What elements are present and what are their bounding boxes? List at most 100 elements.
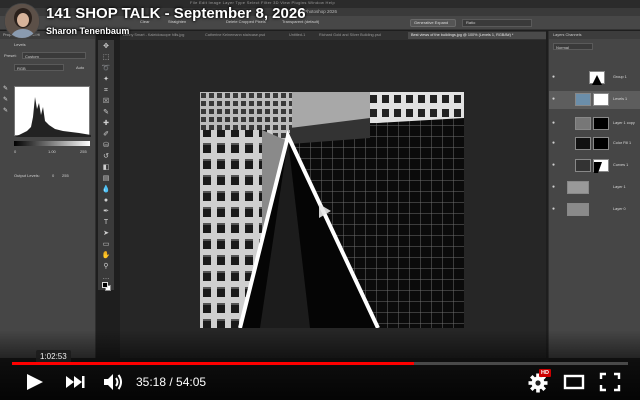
output-black-value[interactable]: 0	[52, 173, 54, 178]
black-eyedropper-icon[interactable]: ✎	[3, 86, 10, 93]
building-photo	[200, 92, 464, 328]
input-gamma-value[interactable]: 1.00	[48, 149, 56, 154]
visibility-eye-icon[interactable]: ●	[552, 140, 558, 146]
layer-name: Curves 1	[613, 163, 629, 167]
shape-tool-icon[interactable]: ▭	[101, 240, 111, 250]
levels-histogram	[14, 86, 91, 137]
layer-row[interactable]: ● Group 1	[549, 69, 640, 87]
dodge-tool-icon[interactable]: ●	[101, 196, 111, 206]
levels-label: Levels	[14, 42, 26, 47]
eraser-tool-icon[interactable]: ◧	[101, 163, 111, 173]
gray-eyedropper-icon[interactable]: ✎	[3, 97, 10, 104]
layer-row[interactable]: ● Layer 1	[549, 179, 640, 197]
layer-thumbnail	[575, 137, 591, 150]
layer-mask-thumbnail	[593, 137, 609, 150]
layer-name: Layer 1	[613, 185, 626, 189]
output-levels-label: Output Levels:	[14, 173, 40, 178]
adjustment-icon	[575, 159, 591, 172]
layer-row-selected[interactable]: ● Levels 1	[549, 91, 640, 109]
input-gradient	[14, 141, 90, 146]
theater-mode-button[interactable]	[562, 368, 586, 396]
foreground-color-swatch[interactable]	[102, 282, 108, 288]
visibility-eye-icon[interactable]: ●	[552, 206, 558, 212]
next-icon	[66, 376, 85, 388]
play-icon	[27, 374, 43, 390]
visibility-eye-icon[interactable]: ●	[552, 162, 558, 168]
layer-name: Levels 1	[613, 97, 628, 101]
hd-badge: HD	[539, 369, 551, 377]
blur-tool-icon[interactable]: 💧	[101, 185, 111, 195]
volume-button[interactable]	[101, 368, 125, 396]
play-button[interactable]	[24, 368, 46, 396]
layer-name: Color Fill 1	[613, 141, 632, 145]
volume-icon	[104, 374, 122, 390]
doc-tab[interactable]: Untitled-1	[286, 32, 308, 39]
theater-icon	[563, 374, 585, 390]
gradient-tool-icon[interactable]: ▤	[101, 174, 111, 184]
progress-played-fill	[12, 362, 415, 365]
crop-tool-icon[interactable]: ⌗	[101, 86, 111, 96]
histogram-graph	[15, 97, 91, 137]
doc-tab[interactable]: Catherine Keinemann staircase.psd	[202, 32, 268, 39]
visibility-eye-icon[interactable]: ●	[552, 120, 558, 126]
lasso-tool-icon[interactable]: ➰	[101, 64, 111, 74]
preset-value: Custom	[25, 54, 39, 59]
output-white-value[interactable]: 255	[62, 173, 69, 178]
marquee-tool-icon[interactable]: ⬚	[101, 53, 111, 63]
layer-name: Layer 1 copy	[613, 121, 635, 125]
layer-row[interactable]: ● Layer 0	[549, 201, 640, 219]
brush-tool-icon[interactable]: ✐	[101, 130, 111, 140]
layer-name: Layer 0	[613, 207, 626, 211]
layer-row[interactable]: ● Layer 1 copy	[549, 115, 640, 133]
layer-thumbnail	[567, 181, 589, 194]
pen-tool-icon[interactable]: ✒	[101, 207, 111, 217]
visibility-eye-icon[interactable]: ●	[552, 74, 558, 80]
layer-mask-thumbnail	[593, 93, 609, 106]
blend-mode-select[interactable]: Normal	[553, 43, 593, 50]
path-select-icon[interactable]: ➤	[101, 229, 111, 239]
layer-row[interactable]: ● Curves 1	[549, 157, 640, 175]
white-eyedropper-icon[interactable]: ✎	[3, 108, 10, 115]
doc-tab[interactable]: Richard Gold and Silver Building.psd	[316, 32, 384, 39]
quick-select-tool-icon[interactable]: ✦	[101, 75, 111, 85]
auto-button[interactable]: Auto	[76, 65, 84, 70]
layers-tabs[interactable]: Layers Channels	[549, 31, 640, 39]
channel-name[interactable]: Sharon Tenenbaum	[46, 26, 129, 36]
video-title[interactable]: 141 SHOP TALK - September 8, 2026	[46, 5, 306, 22]
visibility-eye-icon[interactable]: ●	[552, 184, 558, 190]
move-tool-icon[interactable]: ✥	[101, 42, 111, 52]
doc-tab[interactable]: Lenny Smart - Kaleidoscope hills.jpg	[120, 32, 187, 39]
generative-expand-button[interactable]: Generative Expand	[410, 19, 456, 27]
frame-tool-icon[interactable]: ☒	[101, 97, 111, 107]
center-play-icon[interactable]	[316, 203, 332, 219]
fullscreen-icon	[599, 372, 621, 392]
preset-label: Preset:	[4, 53, 17, 58]
layer-thumbnail	[575, 117, 591, 130]
stamp-tool-icon[interactable]: ⛁	[101, 141, 111, 151]
document-image	[200, 92, 464, 328]
next-button[interactable]	[63, 368, 87, 396]
type-tool-icon[interactable]: T	[101, 218, 111, 228]
layer-mask-thumbnail	[593, 117, 609, 130]
doc-tab-active[interactable]: Best views of the buildings.jpg @ 100% (…	[408, 32, 546, 39]
zoom-tool-icon[interactable]: ⚲	[101, 262, 111, 272]
adjustment-icon	[575, 93, 591, 106]
layer-thumbnail	[589, 71, 605, 85]
progress-bar[interactable]	[12, 362, 628, 365]
healing-tool-icon[interactable]: ✚	[101, 119, 111, 129]
hand-tool-icon[interactable]: ✋	[101, 251, 111, 261]
preset-select[interactable]: Custom	[22, 52, 86, 59]
eyedropper-tool-icon[interactable]: ✎	[101, 108, 111, 118]
layer-thumbnail	[567, 203, 589, 216]
properties-panel: Properties Pa Ad Li Hi Levels Preset: Cu…	[0, 31, 96, 358]
visibility-eye-icon[interactable]: ●	[552, 96, 558, 102]
channel-avatar[interactable]	[4, 3, 40, 39]
layer-mask-thumbnail	[593, 159, 609, 173]
layer-row[interactable]: ● Color Fill 1	[549, 135, 640, 153]
history-brush-icon[interactable]: ↺	[101, 152, 111, 162]
ratio-select[interactable]: Ratio	[462, 19, 532, 27]
input-white-value[interactable]: 255	[80, 149, 87, 154]
fullscreen-button[interactable]	[598, 368, 622, 396]
input-black-value[interactable]: 0	[14, 149, 16, 154]
channel-select[interactable]: RGB	[14, 64, 64, 71]
